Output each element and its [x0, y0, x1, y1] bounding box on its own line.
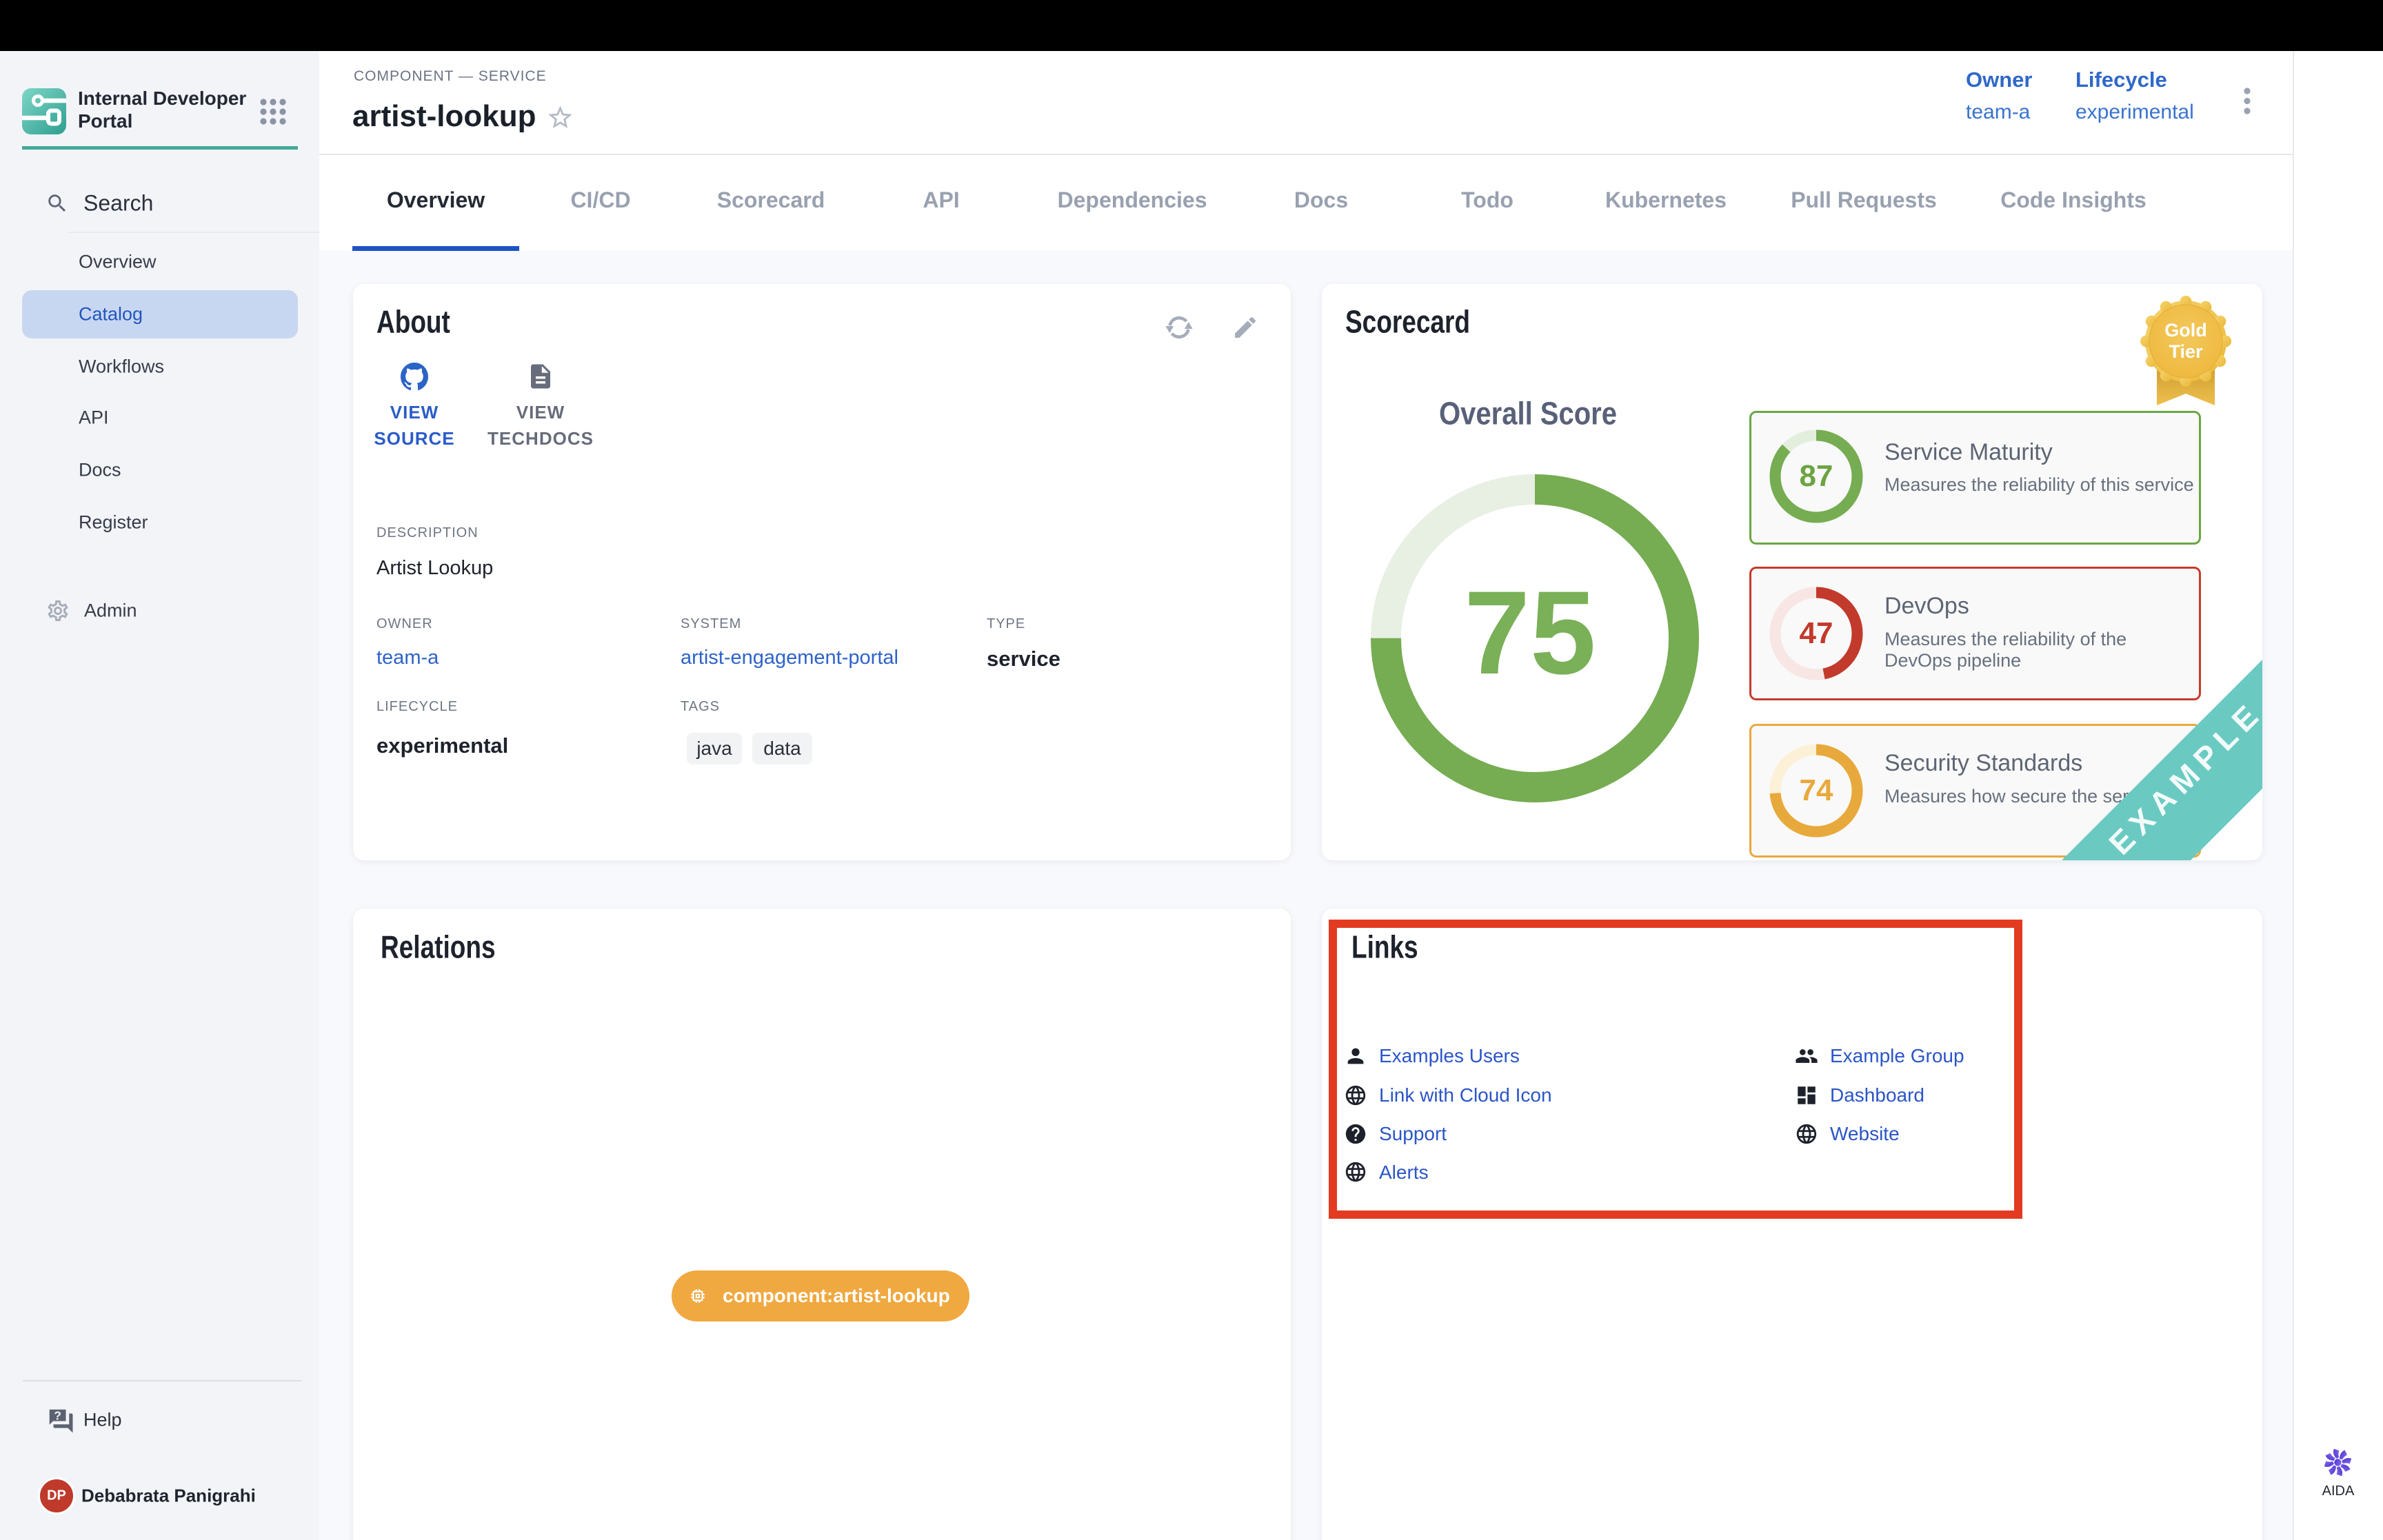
- svg-text:?: ?: [54, 1409, 61, 1423]
- svg-text:Gold: Gold: [2164, 320, 2207, 341]
- svg-text:Tier: Tier: [2169, 341, 2203, 362]
